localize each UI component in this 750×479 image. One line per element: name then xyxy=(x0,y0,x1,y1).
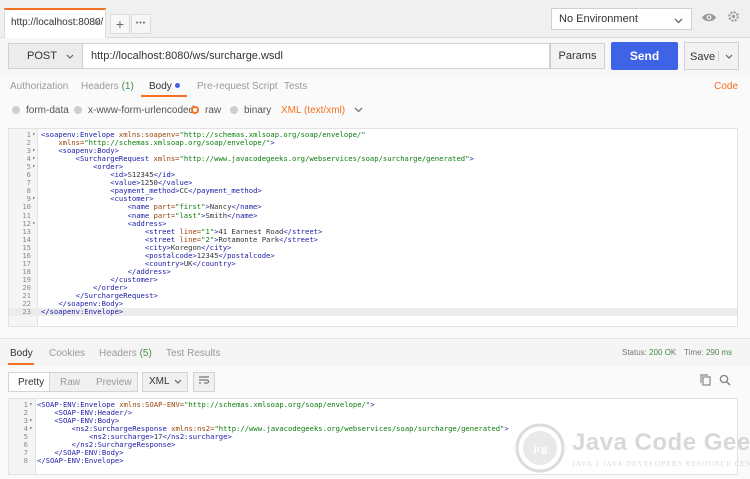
url-input[interactable]: http://localhost:8080/ws/surcharge.wsdl xyxy=(82,43,550,69)
time-value: 290 ms xyxy=(705,348,733,357)
request-tab[interactable]: http://localhost:8080/ × xyxy=(4,8,106,38)
headers-count: (1) xyxy=(121,81,134,92)
fold-arrow-icon[interactable]: ▾ xyxy=(32,195,38,203)
chevron-down-icon xyxy=(66,51,74,61)
tab-response-body[interactable]: Body xyxy=(10,348,33,359)
code-line[interactable]: 8 </SOAP-ENV:Envelope> xyxy=(9,457,737,465)
tab-tests[interactable]: Tests xyxy=(284,81,307,92)
plus-icon: + xyxy=(115,16,125,32)
tab-authorization[interactable]: Authorization xyxy=(10,81,68,92)
body-mode-radios: form-data x-www-form-urlencoded raw bina… xyxy=(0,100,750,122)
radio-binary-label: binary xyxy=(244,105,272,116)
code-text: </soapenv:Envelope> xyxy=(41,307,124,317)
tab-test-results[interactable]: Test Results xyxy=(166,348,220,359)
eye-icon[interactable] xyxy=(698,8,720,30)
tab-response-headers[interactable]: Headers (5) xyxy=(99,348,152,359)
radio-form-data-label: form-data xyxy=(26,105,69,116)
tab-headers-label: Headers xyxy=(81,81,119,92)
close-icon[interactable]: × xyxy=(94,17,100,29)
fold-arrow-icon[interactable]: ▾ xyxy=(32,220,38,228)
radio-selected-icon xyxy=(191,106,199,114)
radio-binary[interactable]: binary xyxy=(230,105,271,116)
response-active-tab-indicator xyxy=(8,363,34,365)
fold-arrow-icon[interactable]: ▾ xyxy=(32,163,38,171)
params-button[interactable]: Params xyxy=(550,43,605,69)
save-button[interactable]: Save xyxy=(684,42,739,70)
radio-form-data[interactable]: form-data xyxy=(12,105,69,116)
wrap-lines-button[interactable] xyxy=(193,372,215,392)
environment-value: No Environment xyxy=(559,13,638,25)
chevron-down-icon xyxy=(174,377,182,386)
search-icon[interactable] xyxy=(717,374,733,390)
body-dot-icon xyxy=(174,83,180,88)
request-url-row: POST http://localhost:8080/ws/surcharge.… xyxy=(0,38,750,76)
content-type-value: XML (text/xml) xyxy=(281,105,346,116)
radio-urlencoded[interactable]: x-www-form-urlencoded xyxy=(74,105,194,116)
chevron-down-icon xyxy=(674,15,683,27)
radio-raw[interactable]: raw xyxy=(191,105,221,116)
method-value: POST xyxy=(27,50,57,62)
line-number: 8 xyxy=(23,456,28,466)
line-number: 23 xyxy=(22,307,31,317)
response-tabs: Body Cookies Headers (5) Test Results St… xyxy=(0,338,750,366)
request-body-editor[interactable]: 1 ▾ <soapenv:Envelope xmlns:soapenv="http:… xyxy=(8,128,738,327)
method-select[interactable]: POST xyxy=(8,43,83,69)
more-icon: ••• xyxy=(135,20,147,27)
active-tab-indicator xyxy=(141,95,187,97)
gear-icon[interactable] xyxy=(722,8,744,30)
content-type-select[interactable]: XML (text/xml) xyxy=(281,105,363,116)
request-tab-title: http://localhost:8080/ xyxy=(11,17,104,28)
response-format-value: XML xyxy=(149,376,170,387)
radio-urlencoded-label: x-www-form-urlencoded xyxy=(88,105,195,116)
radio-circle-icon xyxy=(12,106,20,114)
status-readout: Status: 200 OK xyxy=(622,348,676,357)
view-raw-button[interactable]: Raw xyxy=(60,377,80,388)
copy-icon[interactable] xyxy=(697,374,713,390)
response-body-viewer[interactable]: 1 ▾ <SOAP-ENV:Envelope xmlns:SOAP-ENV="htt… xyxy=(8,398,738,475)
send-button[interactable]: Send xyxy=(611,42,678,70)
view-preview-button[interactable]: Preview xyxy=(96,377,132,388)
radio-circle-icon xyxy=(74,106,82,114)
response-view-toggle: Pretty Raw Preview xyxy=(8,372,138,392)
fold-arrow-icon[interactable]: ▾ xyxy=(29,401,35,409)
code-line[interactable]: 23 </soapenv:Envelope> xyxy=(9,307,737,317)
tab-cookies[interactable]: Cookies xyxy=(49,348,85,359)
tab-bar: http://localhost:8080/ × + ••• No Enviro… xyxy=(0,0,750,38)
save-label: Save xyxy=(690,51,716,63)
view-pretty-button[interactable]: Pretty xyxy=(18,377,44,388)
fold-arrow-icon[interactable]: ▾ xyxy=(32,147,38,155)
tab-prerequest-script[interactable]: Pre-request Script xyxy=(197,81,278,92)
response-format-select[interactable]: XML xyxy=(142,372,188,392)
chevron-down-icon[interactable] xyxy=(718,51,733,61)
add-tab-button[interactable]: + xyxy=(110,14,130,34)
fold-arrow-icon[interactable]: ▾ xyxy=(29,417,35,425)
response-headers-count: (5) xyxy=(139,348,152,359)
tab-body[interactable]: Body xyxy=(149,81,180,92)
tab-body-label: Body xyxy=(149,81,172,92)
time-label: Time: xyxy=(684,348,704,357)
request-tabs: Authorization Headers (1) Body Pre-reque… xyxy=(0,76,750,98)
code-text: </SOAP-ENV:Envelope> xyxy=(37,456,124,466)
response-toolbar: Pretty Raw Preview XML xyxy=(0,366,750,398)
radio-raw-label: raw xyxy=(205,105,222,116)
environment-select[interactable]: No Environment xyxy=(551,8,692,30)
chevron-down-icon xyxy=(354,107,363,113)
tab-headers[interactable]: Headers (1) xyxy=(81,81,134,92)
time-readout: Time: 290 ms xyxy=(684,348,732,357)
status-value: 200 OK xyxy=(649,348,677,357)
fold-arrow-icon[interactable]: ▾ xyxy=(32,155,38,163)
tab-menu-button[interactable]: ••• xyxy=(131,14,151,34)
status-label: Status: xyxy=(622,348,647,357)
radio-circle-icon xyxy=(230,106,238,114)
fold-arrow-icon[interactable]: ▾ xyxy=(32,131,38,139)
tab-response-headers-label: Headers xyxy=(99,348,137,359)
code-link[interactable]: Code xyxy=(714,81,738,92)
fold-arrow-icon[interactable]: ▾ xyxy=(29,425,35,433)
wrap-lines-icon xyxy=(199,376,210,384)
